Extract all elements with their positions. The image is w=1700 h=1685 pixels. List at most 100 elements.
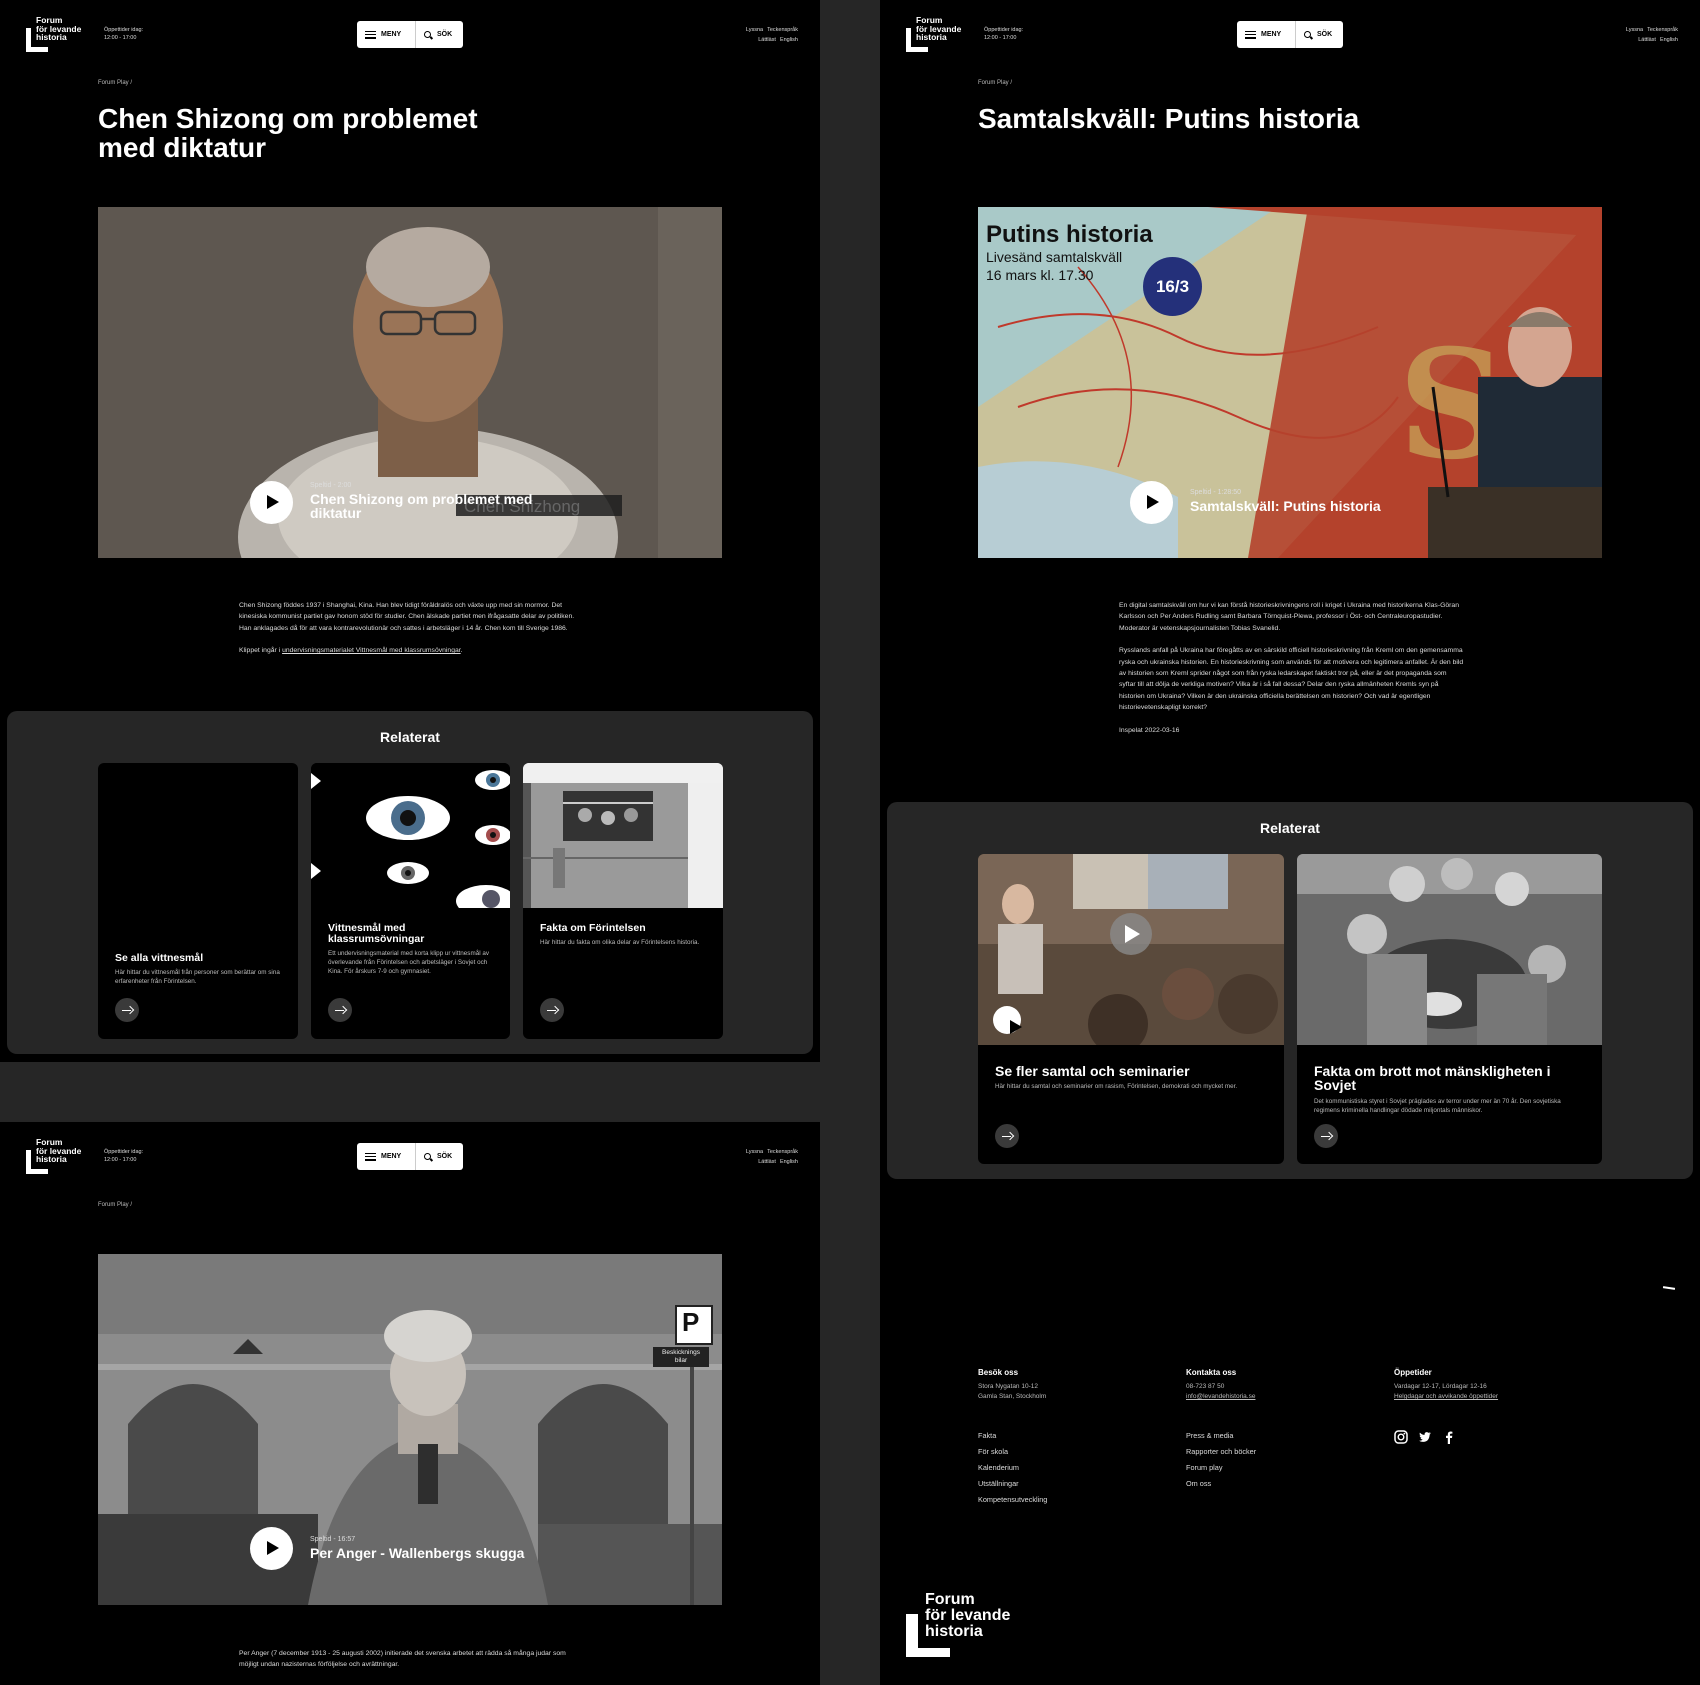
description: Chen Shizong föddes 1937 i Shanghai, Kin… (239, 602, 575, 655)
teaching-material-link[interactable]: undervisningsmaterialet Vittnesmål med k… (282, 647, 461, 654)
easy-read-link[interactable]: Lättläst (758, 37, 776, 43)
site-header: Forum för levande historia Öppettider idag… (0, 1122, 820, 1192)
opening-hours: Öppettider idag: 12:00 - 17:00 (104, 1149, 144, 1163)
footer-logo[interactable]: Forum för levande historia (906, 1592, 1026, 1657)
sign-language-link[interactable]: Teckenspråk (767, 1149, 798, 1155)
email-link[interactable]: info@levandehistoria.se (1186, 1393, 1255, 1400)
arrow-right-icon[interactable] (540, 998, 564, 1022)
related-card[interactable]: Vittnesmål med klassrumsövningar Ett und… (311, 763, 510, 1039)
menu-search-pill: MENY SÖK (357, 1143, 463, 1170)
footer-link[interactable]: Kompetensutveckling (978, 1492, 1047, 1508)
hamburger-icon (365, 30, 376, 39)
related-card[interactable]: Fakta om Förintelsen Här hittar du fakta… (523, 763, 723, 1039)
search-icon (424, 30, 432, 39)
listen-link[interactable]: Lyssna (746, 27, 763, 33)
page-title: Chen Shizong om problemet med diktatur (98, 103, 478, 163)
arrow-right-icon[interactable] (1314, 1124, 1338, 1148)
page-per-anger: Forum för levande historia Öppettider idag… (0, 1122, 820, 1685)
page-title: Samtalskväll: Putins historia (978, 103, 1360, 134)
poster-text: Putins historia Livesänd samtalskväll 16… (986, 221, 1153, 284)
holiday-hours-link[interactable]: Helgdagar och avvikande öppettider (1394, 1393, 1498, 1400)
sign-language-link[interactable]: Teckenspråk (1647, 27, 1678, 33)
video-player[interactable]: P Beskicknings bilar Speltid - 16:57 Per… (98, 1254, 722, 1605)
menu-search-pill: MENY SÖK (357, 21, 463, 48)
opening-hours: Öppettider idag: 12:00 - 17:00 (984, 27, 1024, 41)
easy-read-link[interactable]: Lättläst (1638, 37, 1656, 43)
description: En digital samtalskväll om hur vi kan fö… (1119, 602, 1464, 734)
phone-number[interactable]: 08-723 87 50 (1186, 1382, 1366, 1392)
search-button[interactable]: SÖK (416, 1143, 460, 1170)
video-meta: Speltid - 1:28:50 Samtalskväll: Putins h… (1190, 489, 1381, 514)
footer-link[interactable]: Fakta (978, 1428, 1047, 1444)
page-chen-shizong: Forum för levande historia Öppettider idag… (0, 0, 820, 1062)
related-heading: Relaterat (1260, 820, 1320, 836)
site-logo[interactable]: Forum för levande historia (906, 16, 976, 52)
seminar-photo (978, 854, 1284, 1045)
related-section: Relaterat Se fler samtal och seminarier … (887, 802, 1693, 1179)
language-links: Lyssna Teckenspråk Lättläst English (1622, 25, 1678, 45)
hamburger-icon (1245, 30, 1256, 39)
play-button[interactable] (250, 481, 293, 524)
footer-link[interactable]: Rapporter och böcker (1186, 1444, 1256, 1460)
site-logo[interactable]: Forum för levande historia (26, 16, 96, 52)
language-links: Lyssna Teckenspråk Lättläst English (742, 1147, 798, 1167)
menu-button[interactable]: MENY (357, 21, 416, 48)
footer-links-col2: Press & media Rapporter och böcker Forum… (1186, 1428, 1256, 1492)
instagram-icon[interactable] (1394, 1430, 1408, 1444)
play-button[interactable] (993, 1006, 1022, 1034)
parking-sign: P (682, 1307, 700, 1337)
breadcrumb[interactable]: Forum Play / (978, 80, 1012, 86)
footer-link[interactable]: Press & media (1186, 1428, 1256, 1444)
eyes-illustration (311, 763, 510, 908)
easy-read-link[interactable]: Lättläst (758, 1159, 776, 1165)
footer-links-col1: Fakta För skola Kalenderium Utställninga… (978, 1428, 1047, 1508)
search-button[interactable]: SÖK (416, 21, 460, 48)
arrow-right-icon[interactable] (115, 998, 139, 1022)
facebook-icon[interactable] (1442, 1430, 1456, 1444)
footer-contact: Kontakta oss 08-723 87 50 info@levandehi… (1186, 1368, 1366, 1402)
listen-link[interactable]: Lyssna (1626, 27, 1643, 33)
arrow-right-icon[interactable] (328, 998, 352, 1022)
sign-plate: Beskicknings bilar (653, 1347, 709, 1367)
footer-link[interactable]: Utställningar (978, 1476, 1047, 1492)
search-button[interactable]: SÖK (1296, 21, 1340, 48)
site-logo[interactable]: Forum för levande historia (26, 1138, 96, 1174)
related-heading: Relaterat (380, 729, 440, 745)
play-button[interactable] (250, 1527, 293, 1570)
footer-hours: Öppetider Vardagar 12-17, Lördagar 12-16… (1394, 1368, 1499, 1400)
search-icon (424, 1152, 432, 1161)
twitter-icon[interactable] (1418, 1430, 1432, 1444)
menu-button[interactable]: MENY (357, 1143, 416, 1170)
footer-link[interactable]: Forum play (1186, 1460, 1256, 1476)
listen-link[interactable]: Lyssna (746, 1149, 763, 1155)
sign-language-link[interactable]: Teckenspråk (767, 27, 798, 33)
description: Per Anger (7 december 1913 - 25 augusti … (239, 1650, 566, 1669)
video-meta: Speltid - 16:57 Per Anger - Wallenbergs … (310, 1536, 525, 1561)
arrow-right-icon[interactable] (995, 1124, 1019, 1148)
related-card[interactable]: Se fler samtal och seminarier Här hittar… (978, 854, 1284, 1164)
footer-link[interactable]: Kalenderium (978, 1460, 1047, 1476)
footer-link[interactable]: För skola (978, 1444, 1047, 1460)
hamburger-icon (365, 1152, 376, 1161)
related-section: Relaterat Se alla vittnesmål Här hittar … (7, 711, 813, 1054)
video-player[interactable]: Chen Shizhong Speltid - 2:00 Chen Shizon… (98, 207, 722, 558)
play-button[interactable] (1130, 481, 1173, 524)
breadcrumb[interactable]: Forum Play / (98, 80, 132, 86)
archive-photo (1297, 854, 1602, 1045)
menu-button[interactable]: MENY (1237, 21, 1296, 48)
related-card[interactable]: Fakta om brott mot mänskligheten i Sovje… (1297, 854, 1602, 1164)
opening-hours: Öppettider idag: 12:00 - 17:00 (104, 27, 144, 41)
breadcrumb[interactable]: Forum Play / (98, 1202, 132, 1208)
language-links: Lyssna Teckenspråk Lättläst English (742, 25, 798, 45)
english-link[interactable]: English (780, 37, 798, 43)
page-putins-historia: Forum för levande historia Öppettider idag… (880, 0, 1700, 1685)
search-icon (1304, 30, 1312, 39)
english-link[interactable]: English (780, 1159, 798, 1165)
video-player[interactable]: SIA Putins historia Livesänd samtalskväl… (978, 207, 1602, 558)
english-link[interactable]: English (1660, 37, 1678, 43)
date-badge: 16/3 (1143, 257, 1202, 316)
scroll-indicator (1662, 1286, 1676, 1290)
footer-link[interactable]: Om oss (1186, 1476, 1256, 1492)
related-card[interactable]: Se alla vittnesmål Här hittar du vittnes… (98, 763, 298, 1039)
footer-visit: Besök oss Stora Nygatan 10-12 Gamla Stan… (978, 1368, 1047, 1400)
